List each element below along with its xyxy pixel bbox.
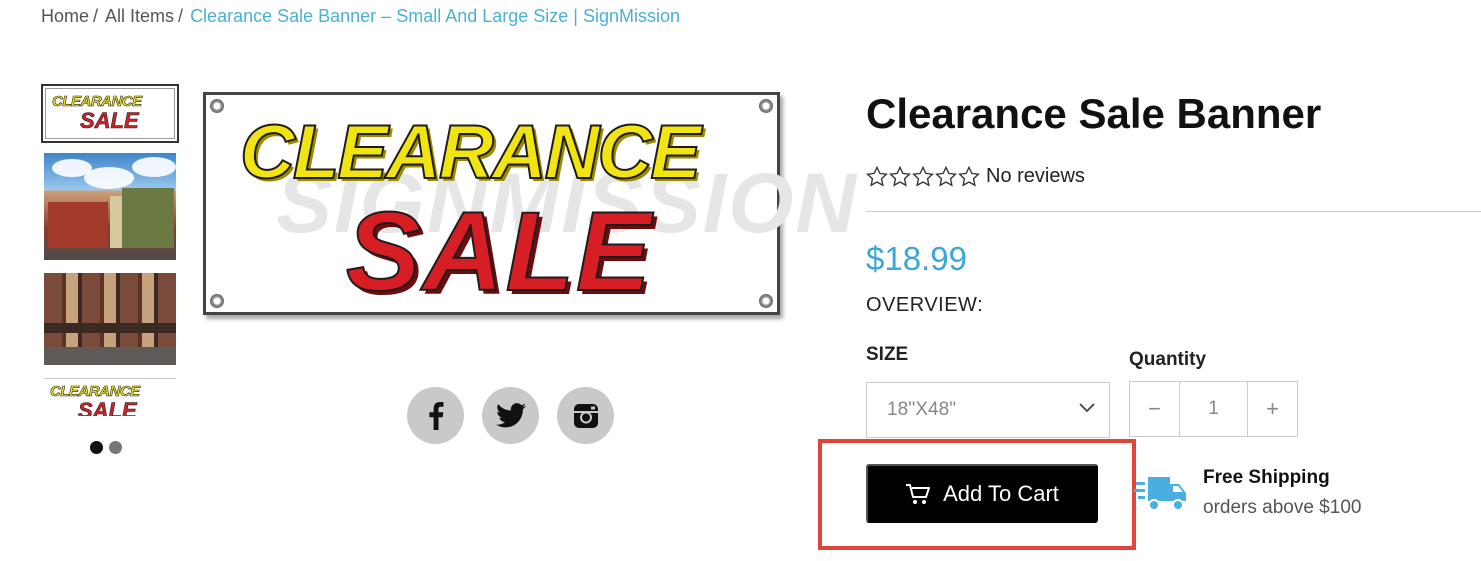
cart-icon (906, 483, 931, 504)
facebook-icon (428, 401, 443, 430)
star-outline-icon (958, 166, 980, 187)
instagram-share-button[interactable] (557, 387, 614, 444)
breadcrumb: Home / All Items / Clearance Sale Banner – S… (41, 6, 680, 27)
delivery-truck-icon (1134, 477, 1186, 511)
grommet (210, 294, 224, 308)
star-outline-icon (866, 166, 888, 187)
chevron-down-icon (1079, 403, 1095, 413)
grommet (759, 294, 773, 308)
thumbnail-street-photo[interactable] (44, 153, 176, 260)
size-select-value: 18''X48" (887, 399, 956, 420)
brick-photo-image (44, 273, 176, 365)
free-shipping-subtitle: orders above $100 (1203, 497, 1362, 518)
size-label: SIZE (866, 344, 909, 365)
main-product-image[interactable]: SIGNMISSION CLEARANCE SALE (203, 92, 856, 315)
quantity-increment-button[interactable]: + (1248, 382, 1297, 436)
pagination-dot-2[interactable] (109, 441, 122, 454)
product-rating[interactable]: No reviews (866, 165, 1085, 188)
reviews-count: No reviews (986, 165, 1085, 187)
twitter-icon (495, 403, 526, 428)
breadcrumb-separator: / (93, 6, 99, 26)
add-to-cart-button[interactable]: Add To Cart (866, 464, 1098, 523)
breadcrumb-separator: / (178, 6, 184, 26)
divider (866, 211, 1481, 212)
facebook-share-button[interactable] (407, 387, 464, 444)
star-outline-icon (912, 166, 934, 187)
grommet (759, 99, 773, 113)
breadcrumb-home-link[interactable]: Home (41, 6, 89, 26)
breadcrumb-current: Clearance Sale Banner – Small And Large … (190, 6, 681, 26)
star-outline-icon (935, 166, 957, 187)
quantity-stepper: − 1 + (1129, 381, 1298, 437)
pagination-dot-1[interactable] (90, 441, 103, 454)
quantity-decrement-button[interactable]: − (1130, 382, 1179, 436)
thumbnail-banner-line2: SALE (80, 108, 139, 134)
product-price: $18.99 (866, 240, 967, 277)
free-shipping-title: Free Shipping (1203, 467, 1330, 488)
thumbnail-banner-image: CLEARANCE SALE (45, 88, 175, 139)
thumbnail-banner-image: CLEARANCE SALE (44, 379, 176, 416)
rating-stars (866, 166, 980, 187)
thumbnail-brick-photo[interactable] (44, 273, 176, 365)
star-outline-icon (889, 166, 911, 187)
gallery-pagination (90, 441, 128, 459)
add-to-cart-label: Add To Cart (943, 480, 1059, 506)
thumbnail-banner-partial[interactable]: CLEARANCE SALE (44, 378, 176, 416)
overview-label: OVERVIEW: (866, 294, 984, 316)
product-title: Clearance Sale Banner (866, 90, 1322, 137)
quantity-label: Quantity (1129, 349, 1207, 370)
quantity-input[interactable]: 1 (1179, 382, 1248, 436)
street-photo-image (44, 153, 176, 260)
twitter-share-button[interactable] (482, 387, 539, 444)
thumbnail-banner[interactable]: CLEARANCE SALE (41, 84, 179, 143)
banner-word-sale: SALE (345, 188, 653, 315)
grommet (210, 99, 224, 113)
banner-word-clearance: CLEARANCE (239, 109, 702, 196)
breadcrumb-all-items-link[interactable]: All Items (105, 6, 174, 26)
size-select[interactable]: 18''X48" (866, 382, 1110, 438)
instagram-icon (573, 403, 598, 428)
thumbnail-banner-line2: SALE (78, 398, 137, 416)
